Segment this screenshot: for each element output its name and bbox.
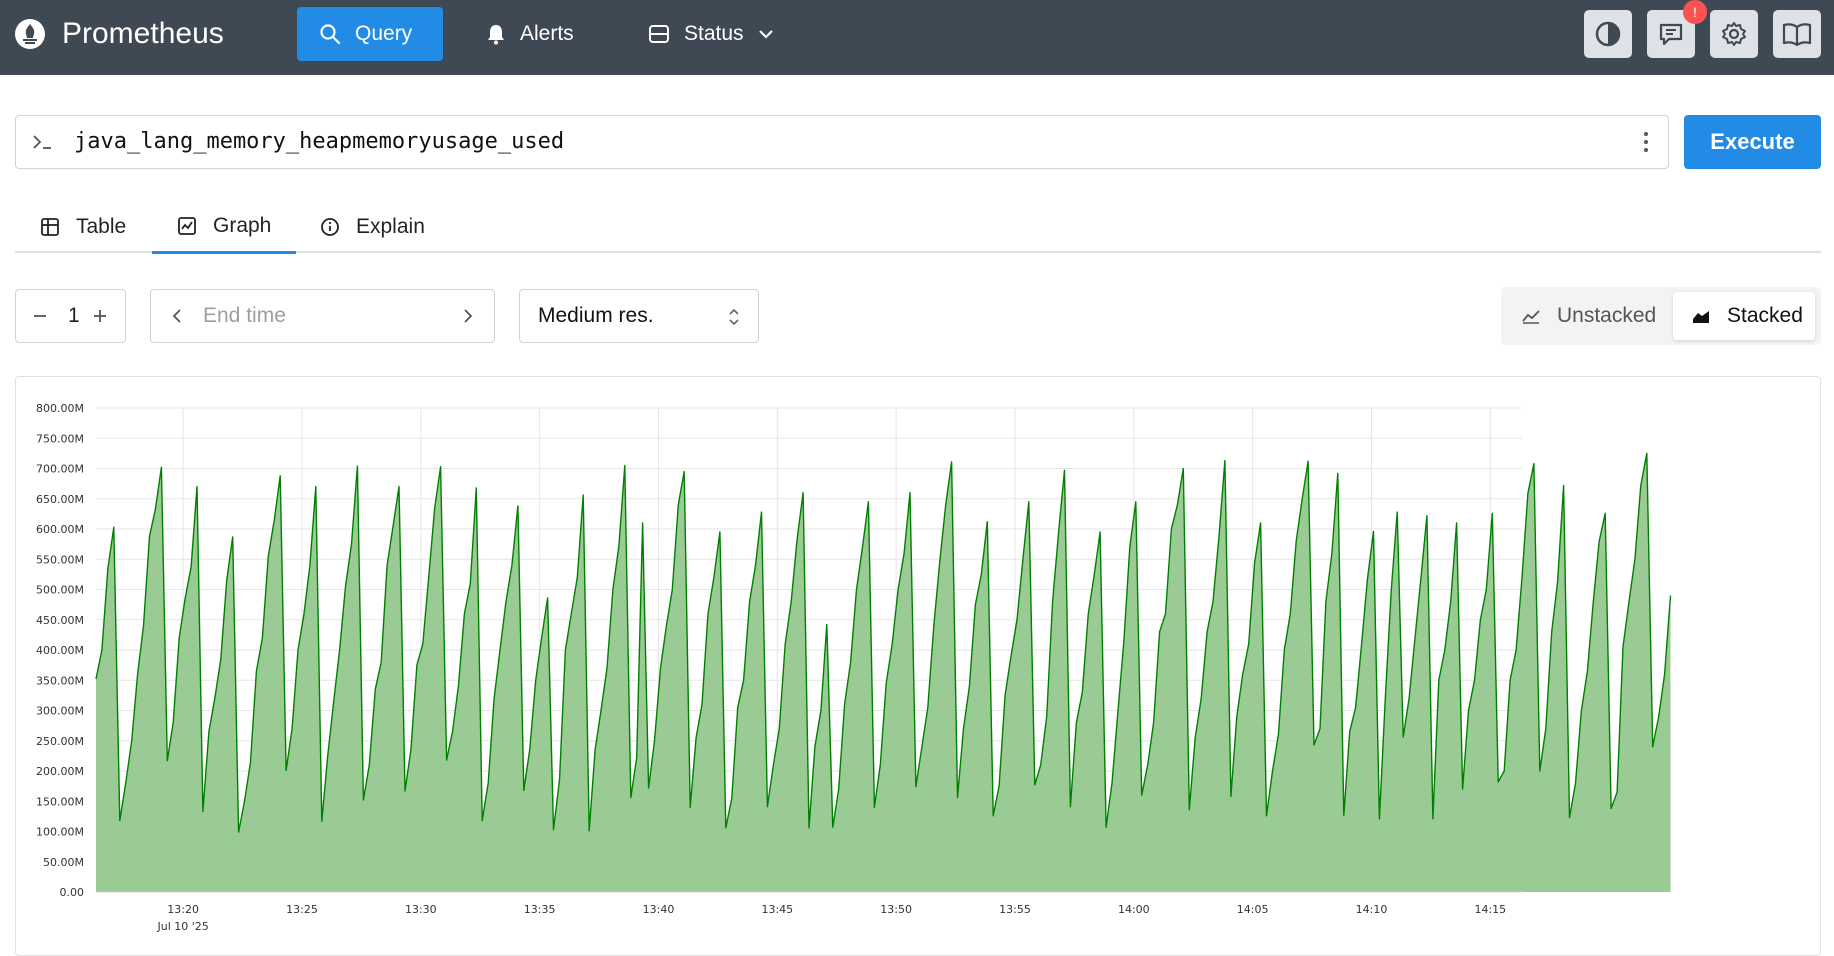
- nav-alerts-label: Alerts: [520, 22, 574, 45]
- area-chart-icon: [1693, 311, 1709, 323]
- x-tick-label: 13:50: [880, 903, 912, 916]
- unstacked-option[interactable]: Unstacked: [1521, 287, 1656, 345]
- line-chart-icon: [1522, 310, 1540, 324]
- y-tick-label: 650.00M: [36, 493, 84, 506]
- y-tick-label: 800.00M: [36, 402, 84, 415]
- nav-query-label: Query: [355, 22, 413, 45]
- info-icon: [321, 217, 339, 236]
- time-series-chart[interactable]: 0.00 50.00M 100.00M 150.00M 200.00M 250.00M 30…: [16, 377, 1822, 945]
- plus-icon[interactable]: [92, 308, 108, 324]
- resolution-value: Medium res.: [538, 304, 654, 327]
- stacked-option[interactable]: Stacked: [1673, 292, 1815, 340]
- chevron-left-icon[interactable]: [171, 308, 183, 324]
- y-tick-label: 250.00M: [36, 735, 84, 748]
- y-tick-label: 600.00M: [36, 523, 84, 536]
- y-tick-label: 350.00M: [36, 674, 84, 687]
- theme-toggle-button[interactable]: [1584, 10, 1632, 58]
- x-tick-label: 13:45: [761, 903, 793, 916]
- y-tick-label: 150.00M: [36, 795, 84, 808]
- y-tick-label: 200.00M: [36, 765, 84, 778]
- tab-explain[interactable]: Explain: [295, 200, 450, 253]
- terminal-prompt-icon: [33, 135, 51, 149]
- x-tick-label: 13:30: [405, 903, 437, 916]
- notification-badge: !: [1683, 0, 1707, 24]
- y-tick-label: 500.00M: [36, 584, 84, 597]
- x-tick-label: 14:00: [1118, 903, 1150, 916]
- unstacked-label: Unstacked: [1557, 304, 1657, 327]
- x-tick-label: 14:10: [1356, 903, 1388, 916]
- x-tick-label: 13:55: [999, 903, 1031, 916]
- minus-icon[interactable]: [32, 308, 48, 324]
- docs-button[interactable]: [1773, 10, 1821, 58]
- x-tick-label: 13:20: [167, 903, 199, 916]
- tab-graph[interactable]: Graph: [152, 200, 297, 254]
- search-icon: [320, 24, 341, 45]
- range-stepper: 1: [15, 289, 126, 343]
- y-tick-label: 100.00M: [36, 826, 84, 839]
- server-icon: [649, 25, 669, 43]
- end-time-input[interactable]: End time: [203, 304, 286, 328]
- nav-alerts-button[interactable]: Alerts: [464, 7, 596, 61]
- query-input[interactable]: java_lang_memory_heapmemoryusage_used: [15, 115, 1669, 169]
- range-value[interactable]: 1: [68, 304, 80, 328]
- tab-table-label: Table: [76, 214, 127, 238]
- tab-graph-label: Graph: [213, 213, 272, 237]
- chevron-down-icon: [758, 30, 773, 39]
- more-options-icon[interactable]: [1642, 130, 1650, 154]
- bell-icon: [488, 25, 504, 45]
- stacked-label: Stacked: [1727, 304, 1803, 327]
- x-tick-label: 13:25: [286, 903, 318, 916]
- nav-status-dropdown[interactable]: Status: [626, 7, 796, 61]
- select-arrows-icon: [729, 308, 739, 326]
- y-tick-label: 450.00M: [36, 614, 84, 627]
- stacking-toggle: Unstacked Stacked: [1501, 287, 1821, 345]
- top-navbar: Prometheus Query Alerts Status !: [0, 0, 1834, 75]
- resolution-select[interactable]: Medium res.: [519, 289, 759, 343]
- y-tick-label: 50.00M: [43, 856, 84, 869]
- x-date-label: Jul 10 '25: [156, 920, 208, 933]
- chart-icon: [178, 216, 196, 235]
- tab-explain-label: Explain: [356, 214, 425, 238]
- y-tick-label: 0.00: [60, 886, 85, 899]
- chevron-right-icon[interactable]: [462, 308, 474, 324]
- end-time-picker[interactable]: End time: [150, 289, 495, 343]
- book-icon: [1782, 23, 1812, 47]
- x-tick-label: 14:05: [1237, 903, 1269, 916]
- series-area: [96, 453, 1671, 892]
- graph-panel: 0.00 50.00M 100.00M 150.00M 200.00M 250.00M 30…: [15, 376, 1821, 956]
- nav-status-label: Status: [684, 22, 744, 45]
- table-icon: [41, 217, 59, 236]
- view-tabs: Table Graph Explain: [15, 200, 1821, 254]
- x-tick-label: 13:35: [524, 903, 556, 916]
- x-tick-label: 13:40: [643, 903, 675, 916]
- feedback-icon: [1659, 23, 1683, 46]
- y-tick-label: 700.00M: [36, 463, 84, 476]
- y-tick-label: 750.00M: [36, 432, 84, 445]
- y-tick-label: 550.00M: [36, 553, 84, 566]
- brand-name: Prometheus: [62, 17, 224, 50]
- brand[interactable]: Prometheus: [14, 17, 224, 51]
- query-expression[interactable]: java_lang_memory_heapmemoryusage_used: [74, 129, 564, 154]
- settings-icon: [1722, 22, 1746, 46]
- execute-button[interactable]: Execute: [1684, 115, 1821, 169]
- tab-table[interactable]: Table: [15, 200, 151, 253]
- settings-button[interactable]: [1710, 10, 1758, 58]
- y-tick-label: 300.00M: [36, 705, 84, 718]
- y-tick-label: 400.00M: [36, 644, 84, 657]
- theme-toggle-icon: [1595, 21, 1621, 47]
- prometheus-logo-icon: [15, 19, 45, 49]
- x-tick-label: 14:15: [1474, 903, 1506, 916]
- nav-query-button[interactable]: Query: [297, 7, 443, 61]
